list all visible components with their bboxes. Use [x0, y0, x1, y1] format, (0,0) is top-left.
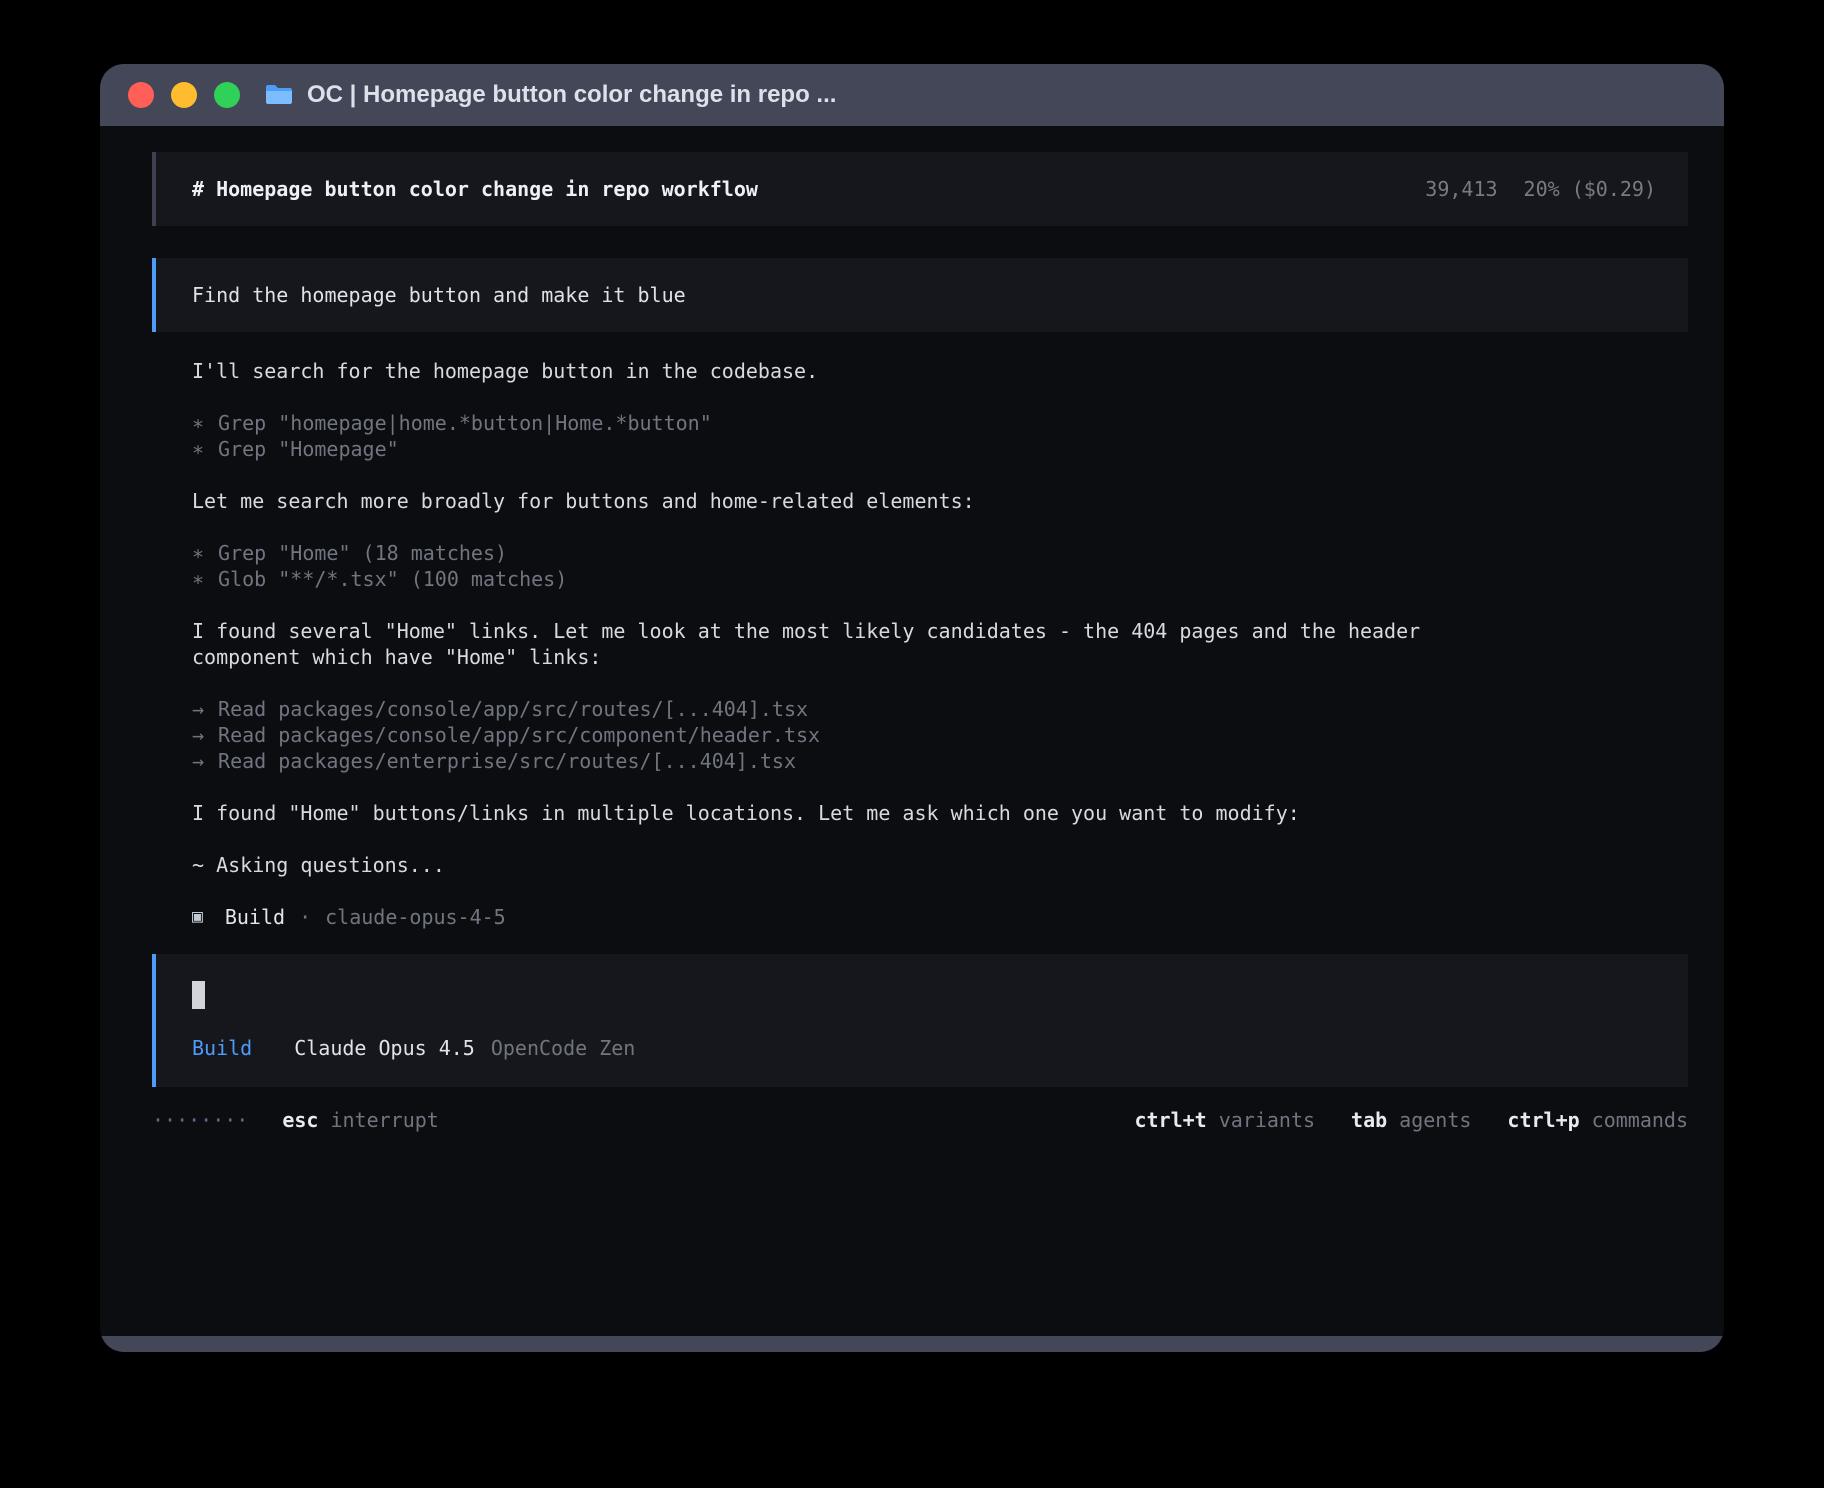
- terminal-window: OC | Homepage button color change in rep…: [100, 64, 1724, 1352]
- read-arrow-icon: →: [192, 748, 204, 774]
- session-title: # Homepage button color change in repo w…: [192, 176, 758, 202]
- terminal-content: # Homepage button color change in repo w…: [100, 126, 1724, 1336]
- status-bar: ········ esc interrupt ctrl+t variants t…: [152, 1107, 1688, 1133]
- tool-call-text: Grep "Home" (18 matches): [218, 540, 507, 566]
- session-header: # Homepage button color change in repo w…: [152, 152, 1688, 226]
- file-read: → Read packages/console/app/src/componen…: [192, 722, 1688, 748]
- agent-square-icon: ▣: [192, 904, 203, 930]
- assistant-message-broader: Let me search more broadly for buttons a…: [192, 488, 1422, 514]
- tool-call-text: Grep "homepage|home.*button|Home.*button…: [218, 410, 712, 436]
- agent-model: claude-opus-4-5: [325, 904, 506, 930]
- asking-status: ~ Asking questions...: [192, 852, 1422, 878]
- hint-label: commands: [1592, 1107, 1688, 1133]
- provider-name: OpenCode Zen: [491, 1035, 636, 1061]
- window-controls: [128, 82, 240, 108]
- minimize-button[interactable]: [171, 82, 197, 108]
- tool-call: ∗ Grep "Home" (18 matches): [192, 540, 1688, 566]
- model-name: Claude Opus 4.5: [294, 1035, 475, 1061]
- hint-key: ctrl+p: [1507, 1107, 1579, 1133]
- tool-call-group: ∗ Grep "homepage|home.*button|Home.*butt…: [192, 410, 1688, 462]
- hint-label: interrupt: [330, 1107, 438, 1133]
- assistant-message-candidates: I found several "Home" links. Let me loo…: [192, 618, 1422, 670]
- spinner-dots: ········: [152, 1107, 248, 1133]
- tool-call: ∗ Glob "**/*.tsx" (100 matches): [192, 566, 1688, 592]
- assistant-message-intro: I'll search for the homepage button in t…: [192, 358, 1422, 384]
- window-bottom-edge: [100, 1336, 1724, 1352]
- hint-commands: ctrl+p commands: [1507, 1107, 1688, 1133]
- hint-variants: ctrl+t variants: [1134, 1107, 1315, 1133]
- agent-name: Build: [225, 904, 285, 930]
- file-read-text: Read packages/console/app/src/routes/[..…: [218, 696, 808, 722]
- hint-key: tab: [1351, 1107, 1387, 1133]
- close-button[interactable]: [128, 82, 154, 108]
- file-read: → Read packages/console/app/src/routes/[…: [192, 696, 1688, 722]
- titlebar: OC | Homepage button color change in rep…: [100, 64, 1724, 126]
- token-count: 39,413: [1425, 176, 1497, 202]
- agent-status: ▣ Build · claude-opus-4-5: [192, 904, 1688, 930]
- read-arrow-icon: →: [192, 722, 204, 748]
- file-read-group: → Read packages/console/app/src/routes/[…: [192, 696, 1688, 774]
- window-title: OC | Homepage button color change in rep…: [307, 81, 836, 109]
- hint-agents: tab agents: [1351, 1107, 1471, 1133]
- session-stats: 39,413 20% ($0.29): [1425, 176, 1656, 202]
- tool-bullet-icon: ∗: [192, 540, 204, 566]
- tool-bullet-icon: ∗: [192, 410, 204, 436]
- window-title-group: OC | Homepage button color change in rep…: [264, 81, 836, 109]
- file-read-text: Read packages/enterprise/src/routes/[...…: [218, 748, 796, 774]
- hint-key: ctrl+t: [1134, 1107, 1206, 1133]
- prompt-input[interactable]: Build Claude Opus 4.5 OpenCode Zen: [152, 954, 1688, 1087]
- read-arrow-icon: →: [192, 696, 204, 722]
- input-meta: Build Claude Opus 4.5 OpenCode Zen: [192, 1035, 1656, 1061]
- file-read-text: Read packages/console/app/src/component/…: [218, 722, 820, 748]
- tool-call-group: ∗ Grep "Home" (18 matches) ∗ Glob "**/*.…: [192, 540, 1688, 592]
- tool-bullet-icon: ∗: [192, 436, 204, 462]
- agent-separator: ·: [299, 904, 311, 930]
- mode-indicator: Build: [192, 1035, 252, 1061]
- tool-call: ∗ Grep "Homepage": [192, 436, 1688, 462]
- assistant-message-ask: I found "Home" buttons/links in multiple…: [192, 800, 1422, 826]
- tool-call: ∗ Grep "homepage|home.*button|Home.*butt…: [192, 410, 1688, 436]
- hint-group-right: ctrl+t variants tab agents ctrl+p comman…: [1134, 1107, 1688, 1133]
- hint-label: variants: [1219, 1107, 1315, 1133]
- hint-interrupt: esc interrupt: [282, 1107, 439, 1133]
- zoom-button[interactable]: [214, 82, 240, 108]
- file-read: → Read packages/enterprise/src/routes/[.…: [192, 748, 1688, 774]
- input-line: [192, 980, 1656, 1009]
- context-usage: 20% ($0.29): [1524, 176, 1656, 202]
- hint-label: agents: [1399, 1107, 1471, 1133]
- hint-key: esc: [282, 1107, 318, 1133]
- tool-call-text: Glob "**/*.tsx" (100 matches): [218, 566, 567, 592]
- folder-icon: [264, 83, 294, 107]
- user-message: Find the homepage button and make it blu…: [152, 258, 1688, 332]
- tool-call-text: Grep "Homepage": [218, 436, 399, 462]
- user-message-text: Find the homepage button and make it blu…: [192, 283, 686, 307]
- tool-bullet-icon: ∗: [192, 566, 204, 592]
- text-cursor: [192, 981, 205, 1009]
